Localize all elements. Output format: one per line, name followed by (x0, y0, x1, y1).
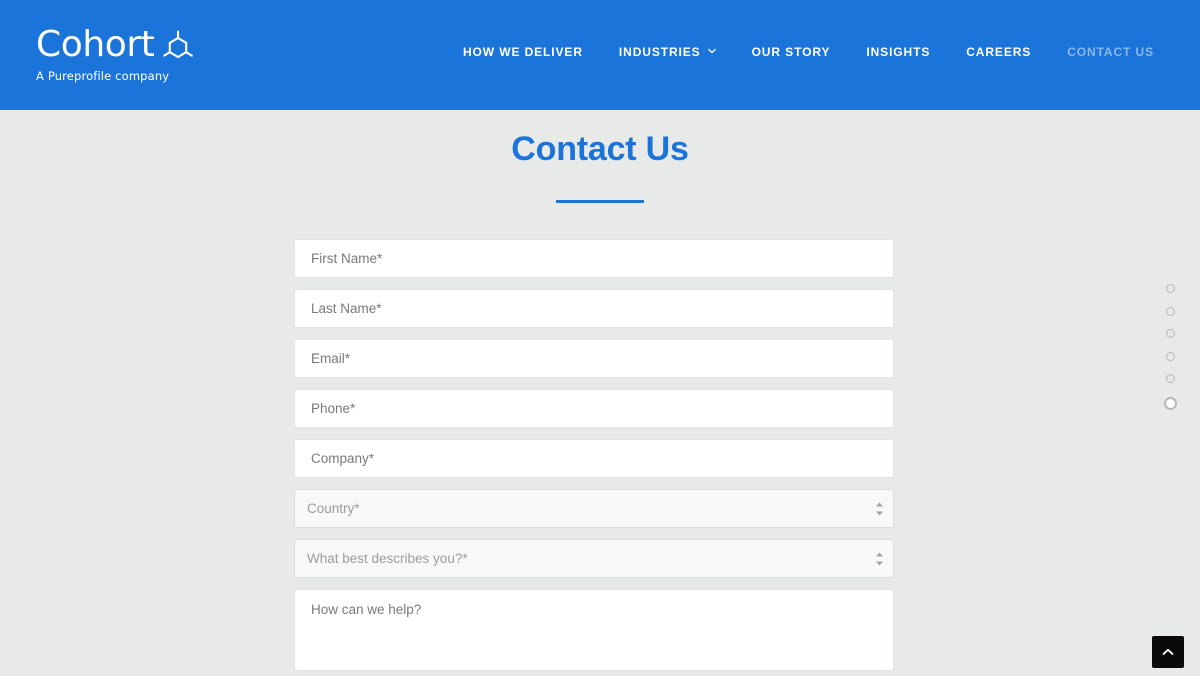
company-input[interactable] (294, 439, 894, 478)
nav-item-insights[interactable]: INSIGHTS (848, 45, 948, 59)
form-row-phone (294, 389, 894, 428)
email-input[interactable] (294, 339, 894, 378)
nav-item-label: INSIGHTS (866, 45, 931, 59)
nav-item-industries[interactable]: INDUSTRIES (601, 45, 734, 59)
nav-item-careers[interactable]: CAREERS (948, 45, 1049, 59)
describes-you-select[interactable]: What best describes you?* (294, 539, 894, 578)
brand-row: Cohort (36, 26, 198, 67)
form-row-first-name (294, 239, 894, 278)
nav-item-how-we-deliver[interactable]: HOW WE DELIVER (445, 45, 601, 59)
hexagon-molecule-icon (158, 27, 198, 67)
form-row-country: Country* (294, 489, 894, 528)
section-dot-active[interactable] (1163, 396, 1177, 410)
form-row-email (294, 339, 894, 378)
scroll-to-top-button[interactable] (1152, 636, 1184, 668)
site-header: Cohort A Pureprofile company HOW WE DELI… (0, 0, 1200, 110)
country-select-wrapper: Country* (294, 489, 894, 528)
form-row-last-name (294, 289, 894, 328)
main-navigation: HOW WE DELIVER INDUSTRIES OUR STORY INSI… (445, 45, 1172, 59)
contact-form: Country* What best describes you?* (294, 239, 894, 676)
phone-input[interactable] (294, 389, 894, 428)
title-divider (556, 200, 644, 203)
chevron-down-icon (707, 47, 716, 55)
section-dot[interactable] (1165, 284, 1175, 293)
form-row-message (294, 589, 894, 671)
describes-you-select-wrapper: What best describes you?* (294, 539, 894, 578)
first-name-input[interactable] (294, 239, 894, 278)
nav-item-label: OUR STORY (751, 45, 831, 59)
last-name-input[interactable] (294, 289, 894, 328)
page-header: Contact Us (0, 110, 1200, 203)
message-textarea[interactable] (294, 589, 894, 671)
brand-tagline: A Pureprofile company (36, 69, 170, 83)
nav-item-label: HOW WE DELIVER (462, 45, 583, 59)
section-dots-navigation (1160, 284, 1180, 410)
nav-item-label: CAREERS (966, 45, 1032, 59)
brand-name: Cohort (36, 24, 155, 65)
page-title: Contact Us (511, 130, 689, 168)
nav-item-our-story[interactable]: OUR STORY (734, 45, 849, 59)
brand-logo-link[interactable]: Cohort A Pureprofile company (36, 26, 198, 85)
country-select[interactable]: Country* (294, 489, 894, 528)
section-dot[interactable] (1165, 351, 1175, 361)
form-row-describes-you: What best describes you?* (294, 539, 894, 578)
form-row-company (294, 439, 894, 478)
nav-item-contact-us[interactable]: CONTACT US (1049, 45, 1172, 59)
nav-item-label: INDUSTRIES (618, 45, 701, 59)
section-dot[interactable] (1165, 306, 1175, 316)
chevron-up-icon (1161, 645, 1175, 659)
section-dot[interactable] (1165, 329, 1175, 338)
nav-item-label: CONTACT US (1067, 45, 1154, 59)
section-dot[interactable] (1165, 374, 1175, 383)
